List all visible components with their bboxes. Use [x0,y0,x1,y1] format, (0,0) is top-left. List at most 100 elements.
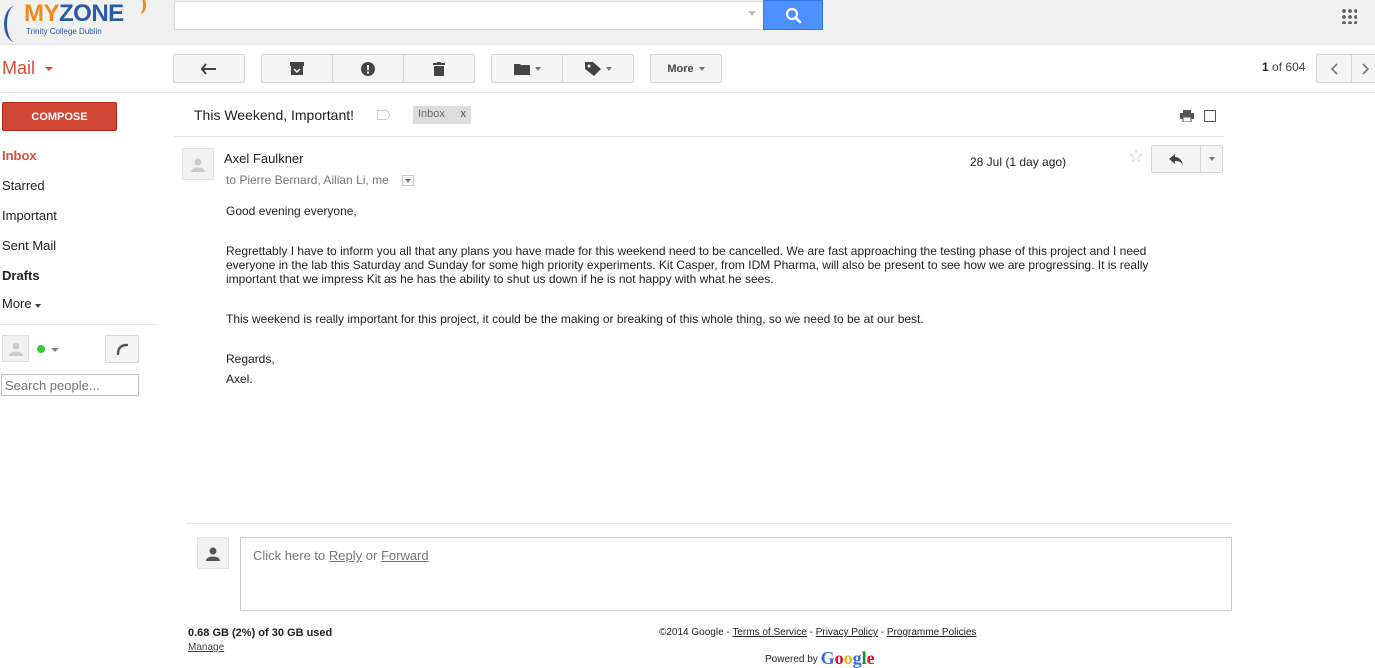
search-input[interactable] [174,1,764,30]
reply-options-button[interactable] [1200,145,1223,173]
apps-grid-icon[interactable] [1341,8,1357,24]
reply-prompt-or: or [365,548,378,563]
chevron-down-icon [534,66,541,71]
reply-button[interactable] [1151,145,1201,173]
delete-button[interactable] [403,54,475,83]
recipients-line: to Pierre Bernard, Ailian Li, me [226,173,389,187]
chevron-down-icon [34,304,41,308]
sidebar-item-important[interactable]: Important [2,208,57,223]
chevron-down-icon [1208,157,1215,161]
labels-button[interactable] [562,54,634,83]
privacy-link[interactable]: Privacy Policy [816,627,878,638]
footer-separator: - [726,627,730,638]
more-actions-label: More [667,62,694,75]
report-spam-button[interactable] [332,54,404,83]
new-window-icon[interactable] [1204,110,1216,122]
email-date: 28 Jul (1 day ago) [970,155,1067,169]
footer-separator: - [880,627,885,638]
pagination-info: 1 of 604 [1262,60,1306,74]
my-avatar [197,537,229,569]
search-icon [785,7,802,24]
chevron-down-icon [605,66,612,71]
forward-link[interactable]: Forward [381,548,429,563]
sidebar-item-inbox[interactable]: Inbox [2,148,37,163]
copyright-text: ©2014 Google [659,627,724,638]
powered-by: Powered by Google [765,646,875,668]
reply-icon [1169,153,1183,165]
email-body-line: everyone in the lab this Saturday and Su… [226,258,1149,272]
reply-prompt-prefix: Click here to [253,548,326,563]
email-body-line: Regards, [226,352,275,366]
label-chip-text: Inbox [418,108,445,120]
footer-separator: - [809,627,813,638]
chevron-down-icon [405,179,411,183]
reply-link[interactable]: Reply [329,548,362,563]
person-icon [191,158,205,172]
email-subject: This Weekend, Important! [194,107,355,123]
logo-subtitle: Trinity College Dublin [26,27,102,36]
manage-storage-link[interactable]: Manage [188,642,224,653]
email-body-line: This weekend is really important for thi… [226,312,924,326]
person-icon [206,547,220,561]
phone-icon [116,343,128,355]
move-to-button[interactable] [491,54,563,83]
print-icon[interactable] [1180,110,1194,122]
logo-wordmark: MYZONE [24,0,124,27]
search-options-dropdown-icon[interactable] [748,11,756,16]
newer-button[interactable] [1316,54,1352,83]
online-status-icon[interactable] [37,345,45,353]
sidebar-item-more-label: More [2,296,32,311]
more-actions-button[interactable]: More [650,54,722,83]
archive-button[interactable] [261,54,333,83]
quick-reply-box[interactable]: Click here to Reply or Forward [240,537,1232,611]
trash-icon [433,61,445,76]
chevron-left-icon [1330,62,1338,75]
email-body-line: Regrettably I have to inform you all tha… [226,244,1147,258]
email-body-line: important that we impress Kit as he has … [226,272,774,286]
importance-marker-icon[interactable] [377,110,390,120]
call-button[interactable] [105,335,139,363]
sidebar-item-starred[interactable]: Starred [2,178,45,193]
programme-policies-link[interactable]: Programme Policies [887,627,976,638]
chevron-right-icon [1362,62,1370,75]
myzone-logo[interactable]: MYZONE Trinity College Dublin [0,0,150,44]
older-button[interactable] [1351,54,1375,83]
sender-name[interactable]: Axel Faulkner [224,151,303,166]
tag-icon [584,61,601,76]
chevron-down-icon [698,66,705,71]
email-body-line: Good evening everyone, [226,204,357,218]
email-body-line: Axel. [226,372,253,386]
chevron-down-icon[interactable] [51,348,59,352]
chevron-down-icon[interactable] [45,67,53,71]
back-arrow-icon [201,62,216,75]
top-bar: MYZONE Trinity College Dublin [0,0,1375,45]
archive-icon [290,62,304,75]
terms-link[interactable]: Terms of Service [732,627,806,638]
logo-arc-left [4,6,26,42]
search-people-input[interactable] [1,374,139,396]
reply-prompt: Click here to Reply or Forward [253,548,429,563]
storage-usage: 0.68 GB (2%) of 30 GB used [188,627,333,639]
powered-by-text: Powered by [765,654,818,665]
app-switcher-mail[interactable]: Mail [2,58,35,79]
sidebar-item-drafts[interactable]: Drafts [2,268,40,283]
label-chip-inbox[interactable]: Inbox x [413,106,471,124]
footer-links: ©2014 Google - Terms of Service - Privac… [659,627,976,638]
back-to-inbox-button[interactable] [173,54,245,83]
sidebar-divider [0,324,157,325]
avatar[interactable] [2,335,29,362]
sender-avatar [182,148,214,180]
star-icon[interactable]: ☆ [1128,146,1144,167]
sidebar-item-more[interactable]: More [2,296,41,311]
search-button[interactable] [763,0,823,30]
person-icon [8,342,23,356]
remove-label-button[interactable]: x [461,108,467,120]
show-details-dropdown[interactable] [402,175,414,186]
folder-icon [513,63,530,75]
sidebar-item-sent-mail[interactable]: Sent Mail [2,238,56,253]
google-logo: Google [820,648,875,668]
toolbar-divider [0,92,1375,93]
compose-button[interactable]: COMPOSE [2,102,117,131]
spam-icon [361,61,375,76]
subject-divider [174,136,1224,137]
